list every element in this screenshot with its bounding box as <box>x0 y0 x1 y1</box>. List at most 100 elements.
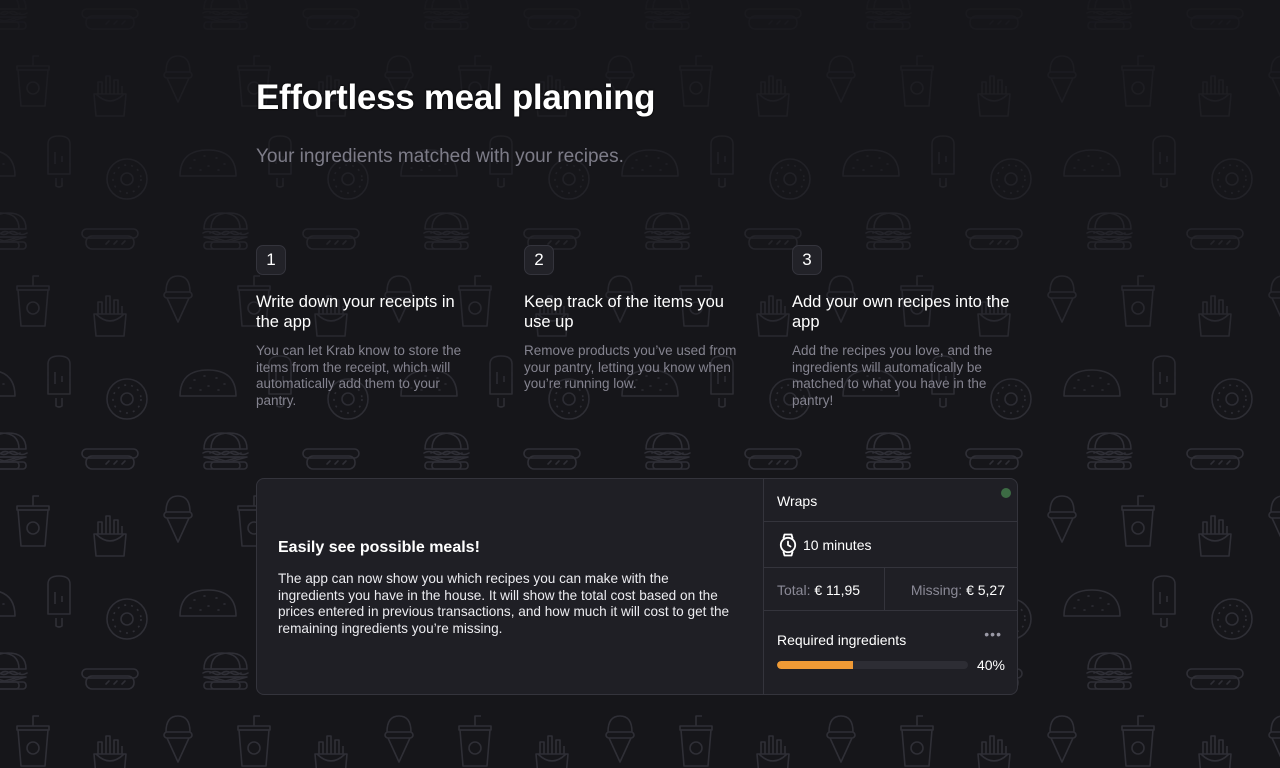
popsicle-icon <box>931 135 955 188</box>
page-subtitle: Your ingredients matched with your recip… <box>256 146 624 167</box>
popsicle-icon <box>489 355 513 408</box>
hotdog-icon <box>523 448 581 470</box>
fries-icon <box>93 75 127 117</box>
popsicle-icon <box>47 135 71 188</box>
taco-icon <box>179 149 237 177</box>
recipe-header: Wraps <box>764 479 1017 522</box>
fries-icon <box>1198 515 1232 557</box>
burger-icon <box>0 652 21 690</box>
burger-icon <box>1093 212 1133 250</box>
donut-icon <box>769 158 811 200</box>
donut-icon <box>1211 158 1253 200</box>
hotdog-icon <box>965 8 1023 30</box>
soda-cup-icon <box>1121 55 1155 107</box>
ice-cream-cone-icon <box>605 715 635 763</box>
soda-cup-icon <box>900 55 934 107</box>
taco-icon <box>0 149 16 177</box>
required-ingredients-label: Required ingredients <box>777 632 907 648</box>
fries-icon <box>756 735 790 768</box>
total-cost-label: Total: <box>777 582 811 598</box>
taco-icon <box>1063 149 1121 177</box>
more-options-button[interactable]: ••• <box>984 627 1002 641</box>
step-1: 1 Write down your receipts in the app Yo… <box>256 245 480 410</box>
burger-icon <box>1093 652 1133 690</box>
recipe-name: Wraps <box>777 493 818 509</box>
fries-icon <box>535 735 569 768</box>
soda-cup-icon <box>679 715 713 767</box>
ice-cream-cone-icon <box>163 55 193 103</box>
recipe-time-row: 10 minutes <box>764 522 1017 568</box>
step-description: You can let Krab know to store the items… <box>256 343 462 409</box>
popsicle-icon <box>1152 575 1176 628</box>
fries-icon <box>314 735 348 768</box>
ice-cream-cone-icon <box>1268 715 1280 763</box>
ingredients-progress-bar <box>777 661 968 669</box>
missing-cost: Missing: € 5,27 <box>885 568 1017 610</box>
burger-icon <box>430 212 470 250</box>
taco-icon <box>1063 589 1121 617</box>
soda-cup-icon <box>16 715 50 767</box>
soda-cup-icon <box>1121 495 1155 547</box>
ingredients-progress-fill <box>777 661 854 669</box>
donut-icon <box>106 378 148 420</box>
taco-icon <box>1063 369 1121 397</box>
recipe-preview-card[interactable]: Wraps 10 minutes Total: € 11,95 Missing:… <box>763 479 1017 694</box>
ice-cream-cone-icon <box>1047 275 1077 323</box>
donut-icon <box>990 158 1032 200</box>
soda-cup-icon <box>16 275 50 327</box>
soda-cup-icon <box>16 55 50 107</box>
fries-icon <box>756 295 790 337</box>
burger-icon <box>872 212 912 250</box>
donut-icon <box>106 598 148 640</box>
ice-cream-cone-icon <box>1268 275 1280 323</box>
burger-icon <box>651 432 691 470</box>
burger-icon <box>209 432 249 470</box>
ice-cream-cone-icon <box>384 715 414 763</box>
fries-icon <box>1198 735 1232 768</box>
recipe-cost-row: Total: € 11,95 Missing: € 5,27 <box>764 568 1017 611</box>
step-title: Keep track of the items you use up <box>524 293 724 331</box>
feature-heading: Easily see possible meals! <box>278 539 480 556</box>
fries-icon <box>977 75 1011 117</box>
prep-time: 10 minutes <box>803 537 872 553</box>
burger-icon <box>209 212 249 250</box>
taco-icon <box>0 589 16 617</box>
soda-cup-icon <box>458 715 492 767</box>
soda-cup-icon <box>679 55 713 107</box>
soda-cup-icon <box>1121 715 1155 767</box>
total-cost: Total: € 11,95 <box>764 568 885 610</box>
fries-icon <box>1198 75 1232 117</box>
popsicle-icon <box>710 135 734 188</box>
hotdog-icon <box>744 8 802 30</box>
taco-icon <box>621 149 679 177</box>
step-number-badge: 2 <box>524 245 554 275</box>
soda-cup-icon <box>900 715 934 767</box>
hotdog-icon <box>81 228 139 250</box>
hotdog-icon <box>1186 8 1244 30</box>
hotdog-icon <box>523 8 581 30</box>
ice-cream-cone-icon <box>826 55 856 103</box>
fries-icon <box>93 515 127 557</box>
fries-icon <box>93 295 127 337</box>
feature-card: Easily see possible meals! The app can n… <box>256 478 1018 695</box>
ice-cream-cone-icon <box>1268 55 1280 103</box>
hotdog-icon <box>1186 668 1244 690</box>
ice-cream-cone-icon <box>163 275 193 323</box>
ice-cream-cone-icon <box>1047 495 1077 543</box>
hotdog-icon <box>965 448 1023 470</box>
ingredients-progress-percent: 40% <box>976 657 1005 673</box>
donut-icon <box>1211 598 1253 640</box>
step-3: 3 Add your own recipes into the app Add … <box>792 245 1016 410</box>
total-cost-value: € 11,95 <box>814 582 861 598</box>
hotdog-icon <box>81 8 139 30</box>
status-dot <box>1001 488 1011 498</box>
ice-cream-cone-icon <box>826 715 856 763</box>
step-title: Write down your receipts in the app <box>256 293 455 331</box>
ice-cream-cone-icon <box>1047 715 1077 763</box>
popsicle-icon <box>47 355 71 408</box>
hotdog-icon <box>302 8 360 30</box>
hotdog-icon <box>1186 448 1244 470</box>
burger-icon <box>209 652 249 690</box>
taco-icon <box>179 369 237 397</box>
watch-icon <box>779 533 797 557</box>
